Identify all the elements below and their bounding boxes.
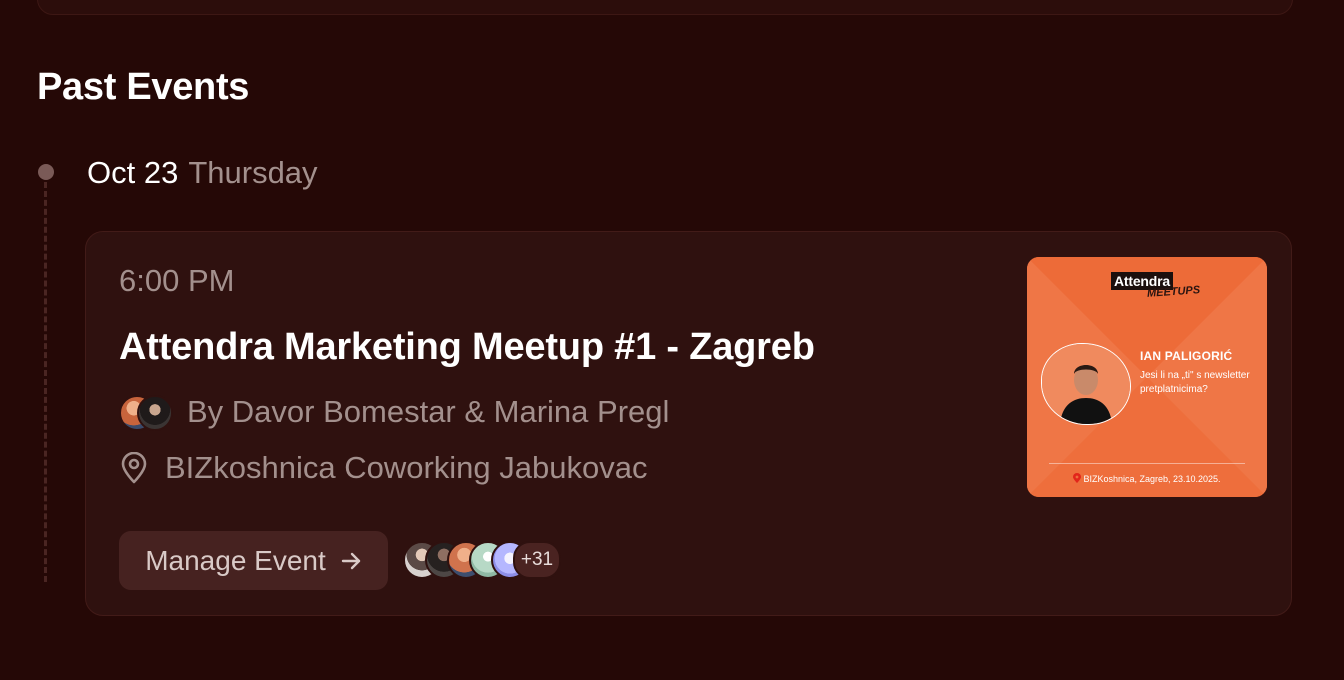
host-avatars <box>119 395 173 431</box>
hosts-row: By Davor Bomestar & Marina Pregl <box>119 392 669 432</box>
guest-count-badge: +31 <box>513 541 561 579</box>
manage-event-button[interactable]: Manage Event <box>119 531 388 590</box>
poster-question: Jesi li na „ti" s newsletter pretplatnic… <box>1140 370 1250 395</box>
arrow-right-icon <box>340 550 362 572</box>
previous-event-card[interactable] <box>37 0 1293 15</box>
poster-logo: Attendra MEETUPS <box>1111 272 1201 300</box>
event-time: 6:00 PM <box>119 263 235 298</box>
poster-footer: BIZKoshnica, Zagreb, 23.10.2025. <box>1027 473 1267 485</box>
location-row: BIZkoshnica Coworking Jabukovac <box>119 448 647 488</box>
location-pin-icon <box>119 451 149 485</box>
event-cover-image[interactable]: Attendra MEETUPS IAN PALIGORIĆ Jesi li n… <box>1027 257 1267 497</box>
manage-event-label: Manage Event <box>145 544 326 576</box>
date-main: Oct 23 <box>87 155 179 190</box>
speaker-photo <box>1041 343 1131 425</box>
date-heading: Oct 23 Thursday <box>87 154 318 192</box>
event-location: BIZkoshnica Coworking Jabukovac <box>165 450 648 485</box>
timeline-line <box>44 182 47 582</box>
event-title[interactable]: Attendra Marketing Meetup #1 - Zagreb <box>119 324 815 370</box>
poster-pin-icon <box>1073 473 1082 485</box>
guest-avatars[interactable]: +31 <box>403 541 563 581</box>
event-hosts: By Davor Bomestar & Marina Pregl <box>187 394 670 429</box>
event-card[interactable]: 6:00 PM Attendra Marketing Meetup #1 - Z… <box>85 231 1292 616</box>
poster-speaker: IAN PALIGORIĆ <box>1140 349 1233 363</box>
section-title: Past Events <box>37 66 250 108</box>
host-avatar <box>137 395 173 431</box>
poster-footer-text: BIZKoshnica, Zagreb, 23.10.2025. <box>1083 474 1221 484</box>
poster-divider <box>1049 463 1245 464</box>
date-weekday: Thursday <box>188 155 318 190</box>
timeline-dot <box>38 164 54 180</box>
